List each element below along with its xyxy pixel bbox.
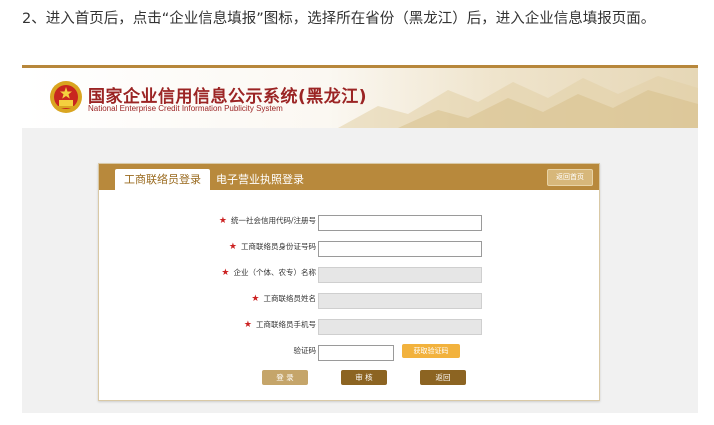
login-button[interactable]: 登 录 bbox=[262, 370, 308, 385]
required-star-icon: ★ bbox=[228, 242, 237, 252]
system-subtitle: National Enterprise Credit Information P… bbox=[88, 104, 283, 113]
form-row-company-name: ★ 企业（个体、农专）名称 bbox=[99, 265, 599, 283]
return-button[interactable]: 返回 bbox=[420, 370, 466, 385]
liaison-phone-label: ★ 工商联络员手机号 bbox=[243, 320, 316, 330]
credit-code-input[interactable] bbox=[318, 215, 482, 231]
required-star-icon: ★ bbox=[243, 320, 252, 330]
required-star-icon: ★ bbox=[221, 268, 230, 278]
get-captcha-button[interactable]: 获取验证码 bbox=[402, 344, 460, 358]
mountain-decoration bbox=[338, 76, 698, 128]
login-panel-header: 工商联络员登录 电子营业执照登录 返回首页 bbox=[99, 164, 599, 190]
company-name-label: ★ 企业（个体、农专）名称 bbox=[221, 268, 316, 278]
tab-e-license-login[interactable]: 电子营业执照登录 bbox=[207, 169, 313, 190]
credit-code-label: ★ 统一社会信用代码/注册号 bbox=[218, 216, 316, 226]
form-row-id-number: ★ 工商联络员身份证号码 bbox=[99, 239, 599, 257]
back-to-home-button[interactable]: 返回首页 bbox=[547, 169, 593, 186]
company-name-input bbox=[318, 267, 482, 283]
liaison-name-label: ★ 工商联络员姓名 bbox=[251, 294, 316, 304]
login-panel: 工商联络员登录 电子营业执照登录 返回首页 ★ 统一社会信用代码/注册号 ★ 工商联… bbox=[98, 163, 600, 401]
portal-screenshot: 国家企业信用信息公示系统(黑龙江) National Enterprise Cr… bbox=[22, 65, 698, 413]
audit-button[interactable]: 审 核 bbox=[341, 370, 387, 385]
id-number-label: ★ 工商联络员身份证号码 bbox=[228, 242, 316, 252]
form-row-liaison-name: ★ 工商联络员姓名 bbox=[99, 291, 599, 309]
required-star-icon: ★ bbox=[251, 294, 260, 304]
form-row-liaison-phone: ★ 工商联络员手机号 bbox=[99, 317, 599, 335]
liaison-phone-input bbox=[318, 319, 482, 335]
site-banner: 国家企业信用信息公示系统(黑龙江) National Enterprise Cr… bbox=[22, 68, 698, 128]
tab-liaison-login[interactable]: 工商联络员登录 bbox=[115, 169, 210, 190]
captcha-label: 验证码 bbox=[293, 346, 317, 355]
system-title-province: (黑龙江) bbox=[298, 87, 368, 107]
id-number-input[interactable] bbox=[318, 241, 482, 257]
liaison-name-input bbox=[318, 293, 482, 309]
required-star-icon: ★ bbox=[218, 216, 227, 226]
form-row-credit-code: ★ 统一社会信用代码/注册号 bbox=[99, 213, 599, 231]
captcha-input[interactable] bbox=[318, 345, 394, 361]
national-emblem-icon bbox=[50, 81, 82, 113]
form-row-captcha: 验证码 获取验证码 bbox=[99, 343, 599, 361]
article-intro-text: 2、进入首页后，点击“企业信息填报”图标，选择所在省份（黑龙江）后，进入企业信息… bbox=[22, 11, 656, 27]
